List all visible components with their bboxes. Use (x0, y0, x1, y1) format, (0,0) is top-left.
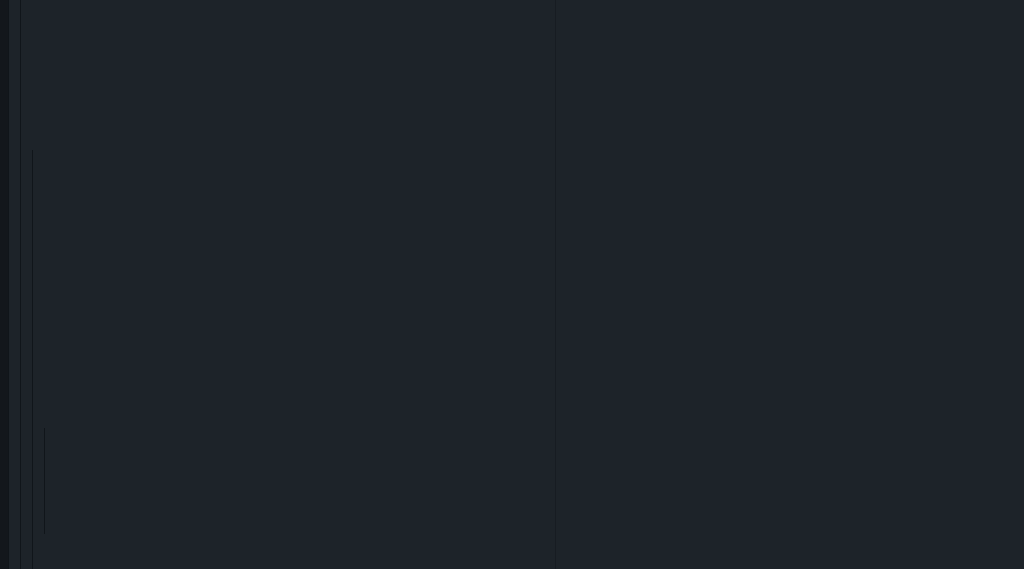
events-container (0, 0, 1024, 569)
gdevelop-event-sheet (0, 0, 1024, 569)
